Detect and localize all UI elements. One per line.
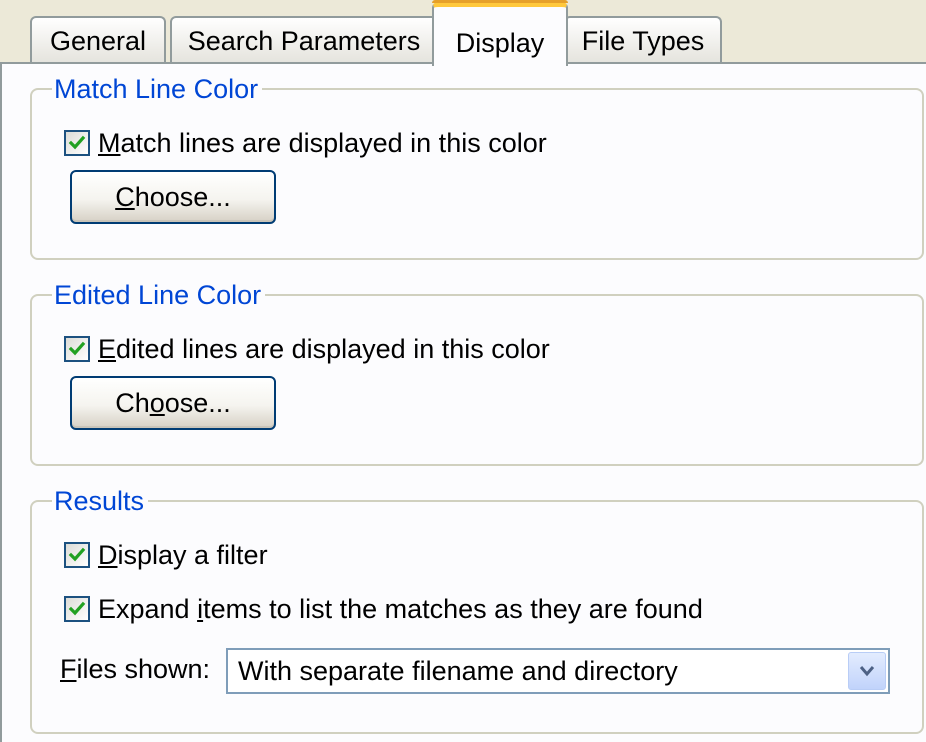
edited-color-choose-button[interactable]: Choose... xyxy=(70,376,276,430)
check-mark-icon xyxy=(68,601,86,616)
tab-file-types-label: File Types xyxy=(581,26,705,56)
edited-lines-checkbox-label: Edited lines are displayed in this color xyxy=(98,334,550,364)
files-shown-label: Files shown: xyxy=(60,654,211,684)
match-lines-checkbox-row[interactable]: Match lines are displayed in this color xyxy=(64,126,547,160)
display-filter-checkbox-label: Display a filter xyxy=(98,540,268,570)
tab-file-types[interactable]: File Types xyxy=(564,16,722,64)
match-color-choose-button[interactable]: Choose... xyxy=(70,170,276,224)
match-line-color-group: Match Line Color Match lines are display… xyxy=(30,72,924,260)
edited-line-color-title: Edited Line Color xyxy=(52,278,266,312)
dropdown-arrow-button[interactable] xyxy=(848,652,886,690)
tab-display-label: Display xyxy=(455,28,545,58)
chevron-down-icon xyxy=(859,666,875,677)
edited-line-color-group: Edited Line Color Edited lines are displ… xyxy=(30,278,924,466)
expand-items-checkbox-row[interactable]: Expand items to list the matches as they… xyxy=(64,592,703,626)
check-mark-icon xyxy=(68,547,86,562)
check-mark-icon xyxy=(68,341,86,356)
tab-strip: General Search Parameters Display File T… xyxy=(24,0,926,66)
edited-lines-checkbox-row[interactable]: Edited lines are displayed in this color xyxy=(64,332,550,366)
expand-items-checkbox-label: Expand items to list the matches as they… xyxy=(98,594,703,624)
display-filter-checkbox-row[interactable]: Display a filter xyxy=(64,538,268,572)
files-shown-dropdown[interactable]: With separate filename and directory xyxy=(226,648,890,694)
match-lines-checkbox[interactable] xyxy=(64,130,90,156)
tab-search-parameters-label: Search Parameters xyxy=(187,26,421,56)
tab-search-parameters[interactable]: Search Parameters xyxy=(170,16,438,64)
expand-items-checkbox[interactable] xyxy=(64,596,90,622)
match-lines-checkbox-label: Match lines are displayed in this color xyxy=(98,128,547,158)
display-tab-panel: Match Line Color Match lines are display… xyxy=(0,62,926,742)
check-mark-icon xyxy=(68,135,86,150)
edited-lines-checkbox[interactable] xyxy=(64,336,90,362)
results-group: Results Display a filter Expand items to… xyxy=(30,484,924,734)
results-title: Results xyxy=(52,484,149,518)
files-shown-selected-value: With separate filename and directory xyxy=(238,656,678,686)
tab-display[interactable]: Display xyxy=(432,0,568,66)
tab-general[interactable]: General xyxy=(30,16,166,64)
match-line-color-title: Match Line Color xyxy=(52,72,263,106)
display-filter-checkbox[interactable] xyxy=(64,542,90,568)
tab-general-label: General xyxy=(49,26,147,56)
